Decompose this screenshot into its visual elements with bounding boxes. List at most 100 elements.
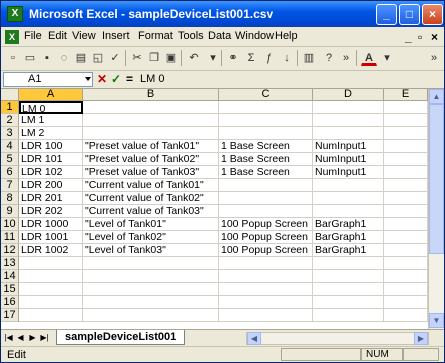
row-header[interactable]: 15 bbox=[1, 283, 19, 296]
grid-cell[interactable]: LDR 100 bbox=[19, 140, 83, 153]
grid-cell[interactable]: LDR 101 bbox=[19, 153, 83, 166]
grid-cell[interactable] bbox=[313, 101, 384, 114]
enter-entry-icon[interactable]: ✓ bbox=[111, 72, 121, 86]
grid-cell[interactable] bbox=[313, 127, 384, 140]
grid-cell[interactable] bbox=[83, 114, 219, 127]
grid-cell[interactable] bbox=[384, 270, 428, 283]
title-bar[interactable]: X Microsoft Excel - sampleDeviceList001.… bbox=[1, 1, 444, 27]
grid-cell[interactable] bbox=[384, 296, 428, 309]
grid-cell[interactable]: LM 0 bbox=[19, 101, 83, 114]
grid-cell[interactable]: LM 1 bbox=[19, 114, 83, 127]
grid-cell[interactable] bbox=[313, 270, 384, 283]
grid-cell[interactable]: LDR 1002 bbox=[19, 244, 83, 257]
first-sheet-button[interactable]: |◀ bbox=[3, 332, 14, 344]
next-sheet-button[interactable]: ▶ bbox=[27, 332, 38, 344]
grid-cell[interactable] bbox=[83, 283, 219, 296]
grid-cell[interactable]: BarGraph1 bbox=[313, 244, 384, 257]
grid-cell[interactable]: 100 Popup Screen bbox=[219, 244, 313, 257]
grid-cell[interactable] bbox=[384, 309, 428, 322]
print-preview-icon[interactable]: ◱ bbox=[90, 50, 106, 66]
new-icon[interactable]: ▫ bbox=[5, 50, 21, 66]
grid-cell[interactable] bbox=[384, 166, 428, 179]
name-box[interactable]: A1 bbox=[3, 72, 93, 87]
grid-cell[interactable]: "Level of Tank01" bbox=[83, 218, 219, 231]
menu-insert[interactable]: Insert bbox=[102, 30, 130, 42]
excel-icon[interactable]: X bbox=[7, 6, 23, 22]
grid-cell[interactable]: LDR 201 bbox=[19, 192, 83, 205]
row-header[interactable]: 13 bbox=[1, 257, 19, 270]
save-icon[interactable]: ▪ bbox=[39, 50, 55, 66]
grid-cell[interactable]: 1 Base Screen bbox=[219, 153, 313, 166]
sort-ascending-icon[interactable]: ↓ bbox=[279, 50, 295, 66]
grid-cell[interactable]: LDR 200 bbox=[19, 179, 83, 192]
grid-cell[interactable] bbox=[384, 192, 428, 205]
grid-cell[interactable] bbox=[313, 309, 384, 322]
row-header[interactable]: 11 bbox=[1, 231, 19, 244]
grid-cell[interactable] bbox=[384, 140, 428, 153]
column-header[interactable]: A bbox=[19, 89, 83, 101]
grid-cell[interactable] bbox=[219, 114, 313, 127]
permission-icon[interactable]: ◌ bbox=[56, 50, 72, 66]
row-header[interactable]: 17 bbox=[1, 309, 19, 322]
grid-cell[interactable] bbox=[19, 270, 83, 283]
grid-cell[interactable]: LDR 202 bbox=[19, 205, 83, 218]
scroll-right-icon[interactable]: ▶ bbox=[414, 332, 428, 345]
name-box-dropdown-icon[interactable] bbox=[85, 77, 91, 81]
grid-cell[interactable]: NumInput1 bbox=[313, 166, 384, 179]
cut-icon[interactable]: ✂ bbox=[129, 50, 145, 66]
grid-cell[interactable] bbox=[19, 309, 83, 322]
grid-cell[interactable] bbox=[384, 231, 428, 244]
grid-cell[interactable]: LDR 1000 bbox=[19, 218, 83, 231]
print-icon[interactable]: ▤ bbox=[73, 50, 89, 66]
row-header[interactable]: 12 bbox=[1, 244, 19, 257]
row-header[interactable]: 8 bbox=[1, 192, 19, 205]
grid-cell[interactable] bbox=[219, 270, 313, 283]
workbook-minimize-button[interactable]: _ bbox=[405, 30, 412, 44]
grid-cell[interactable] bbox=[384, 179, 428, 192]
last-sheet-button[interactable]: ▶| bbox=[39, 332, 50, 344]
grid-cell[interactable]: 1 Base Screen bbox=[219, 140, 313, 153]
grid-cell[interactable]: "Preset value of Tank03" bbox=[83, 166, 219, 179]
workbook-close-button[interactable]: × bbox=[431, 30, 438, 44]
toolbar-options-icon[interactable]: » bbox=[338, 50, 354, 66]
grid-cell[interactable]: LDR 1001 bbox=[19, 231, 83, 244]
sheet-tab[interactable]: sampleDeviceList001 bbox=[56, 330, 186, 345]
select-all-button[interactable] bbox=[1, 89, 19, 101]
help-icon[interactable]: ? bbox=[321, 50, 337, 66]
menu-edit[interactable]: Edit bbox=[48, 30, 67, 42]
chart-wizard-icon[interactable]: ▥ bbox=[301, 50, 317, 66]
grid-cell[interactable] bbox=[313, 257, 384, 270]
menu-tools[interactable]: Tools bbox=[178, 30, 204, 42]
horizontal-scrollbar[interactable]: ◀ ▶ bbox=[246, 332, 429, 345]
grid-cell[interactable] bbox=[313, 296, 384, 309]
grid-cell[interactable] bbox=[313, 283, 384, 296]
menu-format[interactable]: Format bbox=[138, 30, 173, 42]
grid-cell[interactable]: BarGraph1 bbox=[313, 218, 384, 231]
grid-cell[interactable] bbox=[219, 309, 313, 322]
grid-cell[interactable] bbox=[384, 114, 428, 127]
vertical-scrollbar[interactable]: ▲ ▼ bbox=[428, 89, 444, 329]
grid-cell[interactable]: BarGraph1 bbox=[313, 231, 384, 244]
grid-cell[interactable] bbox=[219, 127, 313, 140]
grid-cell[interactable] bbox=[219, 283, 313, 296]
menu-window[interactable]: Window bbox=[235, 30, 274, 42]
scroll-down-icon[interactable]: ▼ bbox=[429, 313, 444, 328]
menu-view[interactable]: View bbox=[72, 30, 96, 42]
grid-cell[interactable]: "Level of Tank03" bbox=[83, 244, 219, 257]
row-header[interactable]: 6 bbox=[1, 166, 19, 179]
grid-cell[interactable] bbox=[384, 127, 428, 140]
grid-cell[interactable] bbox=[219, 179, 313, 192]
more-buttons-icon[interactable]: » bbox=[426, 50, 442, 66]
grid-cell[interactable] bbox=[313, 205, 384, 218]
grid-cell[interactable]: NumInput1 bbox=[313, 140, 384, 153]
menu-data[interactable]: Data bbox=[208, 30, 231, 42]
copy-icon[interactable]: ❐ bbox=[146, 50, 162, 66]
column-header[interactable]: D bbox=[313, 89, 384, 101]
grid-cell[interactable] bbox=[384, 218, 428, 231]
cancel-entry-icon[interactable]: ✕ bbox=[97, 72, 107, 86]
grid-cell[interactable]: "Level of Tank02" bbox=[83, 231, 219, 244]
grid-cell[interactable]: 100 Popup Screen bbox=[219, 218, 313, 231]
grid-cell[interactable] bbox=[19, 257, 83, 270]
scroll-left-icon[interactable]: ◀ bbox=[247, 332, 261, 345]
workbook-restore-button[interactable]: ▫ bbox=[418, 30, 422, 44]
